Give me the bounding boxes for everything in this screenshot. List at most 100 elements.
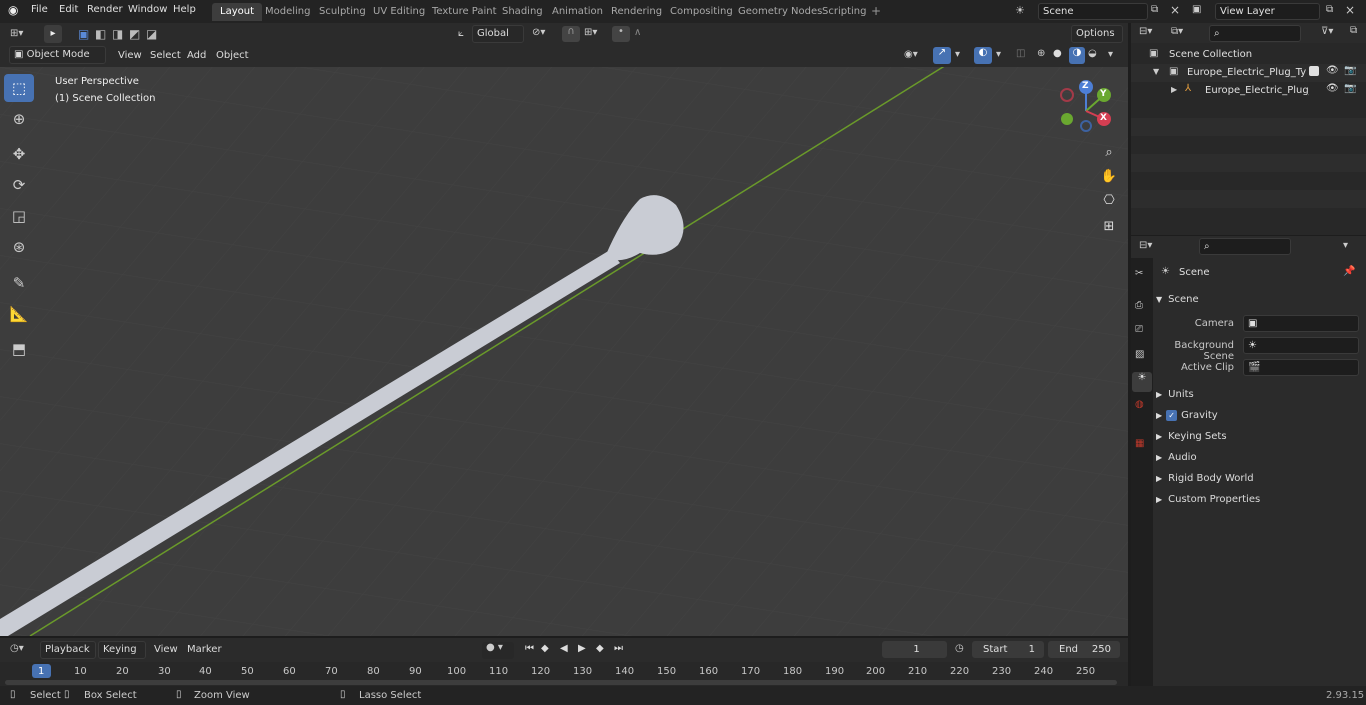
view-layer-tab-icon[interactable]: ▨ (1135, 349, 1144, 360)
end-frame-field[interactable]: End 250 (1048, 641, 1120, 658)
gravity-panel-header[interactable]: ▶ ✓ Gravity (1156, 405, 1364, 425)
filter-icon[interactable]: ⊽▾ (1321, 26, 1333, 37)
menu-file[interactable]: File (31, 4, 48, 15)
current-frame-field[interactable]: 1 (882, 641, 947, 658)
wireframe-shading-icon[interactable]: ⊕ (1037, 48, 1045, 59)
playback-menu[interactable]: Playback (40, 641, 96, 659)
rotate-tool-icon[interactable]: ⟳ (4, 171, 34, 199)
outliner-search-input[interactable]: ⌕ (1209, 25, 1301, 42)
gizmo-toggle-icon[interactable]: ↗ (933, 47, 951, 64)
menu-help[interactable]: Help (173, 4, 196, 15)
outliner-row-object[interactable]: ▶ ⅄ Europe_Electric_Plug_Typ 👁 📷 (1131, 82, 1366, 100)
jump-end-icon[interactable]: ⏭ (614, 643, 623, 654)
outliner-editor-type-icon[interactable]: ⊟▾ (1139, 26, 1152, 37)
mode-dropdown[interactable]: ▣ Object Mode (9, 46, 106, 64)
delete-view-layer-icon[interactable]: × (1345, 3, 1355, 17)
new-collection-icon[interactable]: ⧉ (1350, 25, 1357, 36)
outliner-row-scene-collection[interactable]: ▣ Scene Collection (1131, 46, 1366, 64)
menu-render[interactable]: Render (87, 4, 123, 15)
select-box-tool-icon[interactable]: ⬚ (4, 74, 34, 102)
preview-range-icon[interactable]: ◷ (955, 643, 964, 654)
timeline-menu-view[interactable]: View (154, 644, 178, 655)
add-cube-tool-icon[interactable]: ⬒ (4, 335, 34, 363)
properties-options-icon[interactable]: ▾ (1343, 240, 1348, 251)
expand-icon[interactable]: ▶ (1171, 85, 1177, 94)
visibility-icon[interactable]: ◉▾ (904, 49, 918, 60)
tool-tab-icon[interactable]: ✂ (1135, 268, 1143, 279)
tab-layout[interactable]: Layout (212, 3, 262, 21)
xray-icon[interactable]: ◫ (1016, 48, 1025, 59)
pin-icon[interactable]: 📌 (1343, 266, 1355, 277)
pivot-icon[interactable]: ⊘▾ (532, 27, 545, 38)
world-tab-icon[interactable]: ◍ (1135, 399, 1144, 410)
output-tab-icon[interactable]: ⎚ (1135, 324, 1143, 335)
timeline-menu-marker[interactable]: Marker (187, 644, 222, 655)
scene-icon[interactable]: ☀ (1015, 4, 1025, 17)
background-scene-field[interactable]: ☀ (1243, 337, 1359, 354)
expand-icon[interactable]: ▼ (1153, 67, 1159, 76)
shading-dropdown-icon[interactable]: ▾ (1108, 49, 1113, 60)
timeline-editor-type-icon[interactable]: ◷▾ (10, 643, 24, 654)
render-camera-icon[interactable]: 📷 (1344, 83, 1356, 94)
active-clip-field[interactable]: 🎬 (1243, 359, 1359, 376)
properties-editor-type-icon[interactable]: ⊟▾ (1139, 240, 1152, 251)
texture-tab-icon[interactable]: ▦ (1135, 438, 1144, 449)
camera-field[interactable]: ▣ (1243, 315, 1359, 332)
overlay-toggle-icon[interactable]: ◐ (974, 47, 992, 64)
tab-shading[interactable]: Shading (494, 3, 551, 21)
new-scene-icon[interactable]: ⧉ (1151, 4, 1158, 15)
visibility-eye-icon[interactable]: 👁 (1326, 65, 1339, 76)
mode-new-icon[interactable]: ▣ (78, 27, 89, 41)
mode-extend-icon[interactable]: ◧ (95, 27, 106, 41)
tab-texture-paint[interactable]: Texture Paint (424, 3, 505, 21)
outliner-row-collection[interactable]: ▼ ▣ Europe_Electric_Plug_Type_E_ 👁 📷 (1131, 64, 1366, 82)
rigid-body-world-panel-header[interactable]: ▶ Rigid Body World (1156, 468, 1364, 488)
properties-search-input[interactable]: ⌕ (1199, 238, 1291, 255)
visibility-eye-icon[interactable]: 👁 (1326, 83, 1339, 94)
units-panel-header[interactable]: ▶ Units (1156, 384, 1364, 404)
tab-compositing[interactable]: Compositing (662, 3, 741, 21)
keying-sets-panel-header[interactable]: ▶ Keying Sets (1156, 426, 1364, 446)
snap-target-icon[interactable]: ⊞▾ (584, 27, 597, 38)
mode-intersect-icon[interactable]: ◪ (146, 27, 157, 41)
display-mode-icon[interactable]: ⧉▾ (1171, 26, 1183, 37)
view-layer-icon[interactable]: ▣ (1192, 4, 1201, 15)
menu-edit[interactable]: Edit (59, 4, 78, 15)
zoom-icon[interactable]: ⌕ (1098, 141, 1120, 163)
mode-difference-icon[interactable]: ◩ (129, 27, 140, 41)
record-icon[interactable]: ● ▾ (482, 642, 514, 659)
scale-tool-icon[interactable]: ◲ (4, 202, 34, 230)
pan-hand-icon[interactable]: ✋ (1098, 165, 1120, 187)
move-tool-icon[interactable]: ✥ (4, 140, 34, 168)
render-camera-icon[interactable]: 📷 (1344, 65, 1356, 76)
viewport-menu-add[interactable]: Add (187, 50, 206, 61)
tab-uv-editing[interactable]: UV Editing (365, 3, 433, 21)
custom-properties-panel-header[interactable]: ▶ Custom Properties (1156, 489, 1364, 509)
options-dropdown[interactable]: Options (1071, 25, 1123, 43)
viewport-menu-view[interactable]: View (118, 50, 142, 61)
editor-type-icon[interactable]: ⊞▾ (10, 28, 23, 39)
navigation-gizmo[interactable]: Z Y X (1058, 79, 1118, 139)
perspective-toggle-icon[interactable]: ⊞ (1098, 215, 1120, 237)
audio-panel-header[interactable]: ▶ Audio (1156, 447, 1364, 467)
view-layer-field[interactable]: View Layer (1215, 3, 1320, 20)
measure-tool-icon[interactable]: 📐 (4, 300, 34, 328)
rendered-shading-icon[interactable]: ◒ (1088, 48, 1097, 59)
gravity-checkbox[interactable]: ✓ (1166, 409, 1178, 421)
viewport-menu-select[interactable]: Select (150, 50, 181, 61)
snap-icon[interactable]: ∩ (562, 26, 580, 42)
add-workspace-icon[interactable]: + (871, 4, 881, 18)
mode-subtract-icon[interactable]: ◨ (112, 27, 123, 41)
tab-scripting[interactable]: Scripting (814, 3, 874, 21)
prev-keyframe-icon[interactable]: ◆ (541, 643, 549, 654)
viewport-menu-object[interactable]: Object (216, 50, 249, 61)
jump-start-icon[interactable]: ⏮ (525, 643, 534, 654)
new-view-layer-icon[interactable]: ⧉ (1326, 4, 1333, 15)
play-reverse-icon[interactable]: ◀ (560, 643, 568, 654)
timeline-scrollbar[interactable] (5, 680, 1117, 685)
proportional-edit-icon[interactable]: • (612, 26, 630, 42)
3d-viewport[interactable]: User Perspective (1) Scene Collection Z … (0, 67, 1128, 636)
solid-shading-icon[interactable]: ● (1053, 48, 1062, 59)
tab-rendering[interactable]: Rendering (603, 3, 670, 21)
select-tool-icon[interactable]: ▸ (44, 25, 62, 43)
